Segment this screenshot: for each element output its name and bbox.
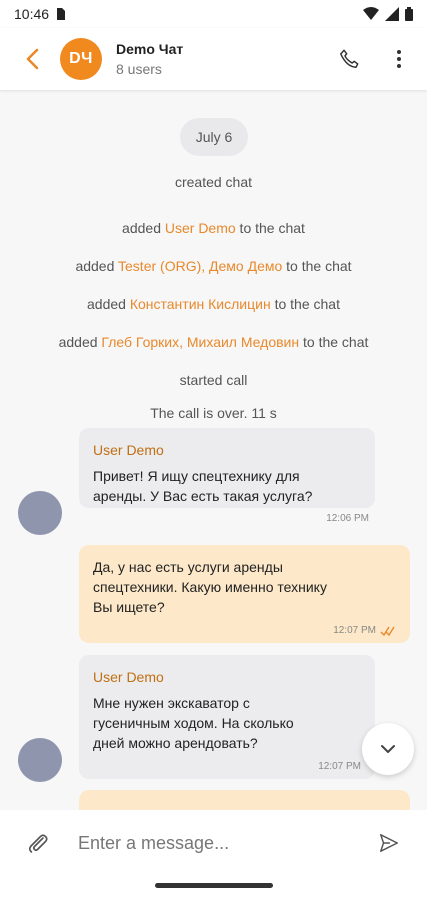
user-link[interactable]: Tester (ORG), Демо Демо [118, 258, 282, 274]
message-input[interactable] [78, 832, 348, 854]
user-link[interactable]: User Demo [165, 220, 236, 236]
chat-avatar[interactable]: DЧ [60, 38, 102, 80]
attach-button[interactable] [18, 823, 58, 863]
chevron-down-icon [381, 745, 395, 753]
date-separator: July 6 [180, 118, 248, 156]
read-checkmarks-icon [380, 626, 395, 636]
message-list[interactable]: July 6 created chat added User Demo to t… [0, 90, 427, 810]
status-bar: 10:46 [0, 0, 427, 28]
chat-member-count: 8 users [116, 61, 162, 77]
more-options-button[interactable] [381, 41, 417, 77]
outgoing-message[interactable] [79, 790, 410, 810]
outgoing-message[interactable]: Да, у нас есть услуги аренды спецтехники… [79, 545, 410, 643]
message-time: 12:07 PM [318, 761, 361, 772]
incoming-message[interactable]: User Demo Мне нужен экскаватор с гусенич… [79, 655, 375, 779]
sender-avatar[interactable] [18, 738, 62, 782]
sender-avatar[interactable] [18, 491, 62, 535]
message-sender[interactable]: User Demo [93, 440, 361, 460]
home-indicator[interactable] [155, 883, 273, 888]
paperclip-icon [28, 834, 48, 853]
message-text: Мне нужен экскаватор с гусеничным ходом.… [93, 695, 294, 751]
send-button[interactable] [369, 823, 409, 863]
chat-title: Demo Чат [116, 41, 184, 57]
send-icon [380, 834, 398, 852]
system-message: added User Demo to the chat [122, 220, 305, 236]
composer-bar [0, 810, 427, 876]
signal-icon [385, 7, 399, 21]
system-message: added Глеб Горких, Михаил Медовин to the… [58, 334, 369, 350]
status-right [363, 7, 413, 21]
system-message: The call is over. 11 s [150, 405, 277, 421]
back-button[interactable] [10, 37, 54, 81]
user-link[interactable]: Константин Кислицин [130, 296, 271, 312]
chat-title-block[interactable]: Demo Чат 8 users [116, 41, 183, 77]
scroll-to-bottom-button[interactable] [362, 723, 414, 775]
message-sender[interactable]: User Demo [93, 667, 361, 687]
back-arrow-icon [26, 48, 39, 70]
chat-header: DЧ Demo Чат 8 users [0, 28, 427, 90]
status-time: 10:46 [14, 6, 50, 22]
user-link[interactable]: Глеб Горких, Михаил Медовин [101, 334, 299, 350]
phone-icon [340, 49, 359, 68]
wifi-icon [363, 7, 379, 20]
system-message: started call [179, 372, 248, 388]
system-message: added Tester (ORG), Демо Демо to the cha… [75, 258, 352, 274]
incoming-message[interactable]: User Demo Привет! Я ищу спецтехнику для … [79, 428, 375, 508]
sim-card-icon [57, 8, 66, 20]
battery-icon [405, 7, 413, 21]
message-text: Привет! Я ищу спецтехнику для аренды. У … [93, 468, 313, 504]
message-time: 12:07 PM [93, 621, 396, 641]
status-left: 10:46 [14, 6, 66, 22]
more-vertical-icon [397, 50, 401, 68]
message-text: Да, у нас есть услуги аренды спецтехники… [93, 559, 327, 615]
header-actions [331, 41, 417, 77]
call-button[interactable] [331, 41, 367, 77]
system-message: added Константин Кислицин to the chat [87, 296, 340, 312]
system-message: created chat [174, 174, 253, 190]
message-time: 12:06 PM [326, 513, 369, 524]
